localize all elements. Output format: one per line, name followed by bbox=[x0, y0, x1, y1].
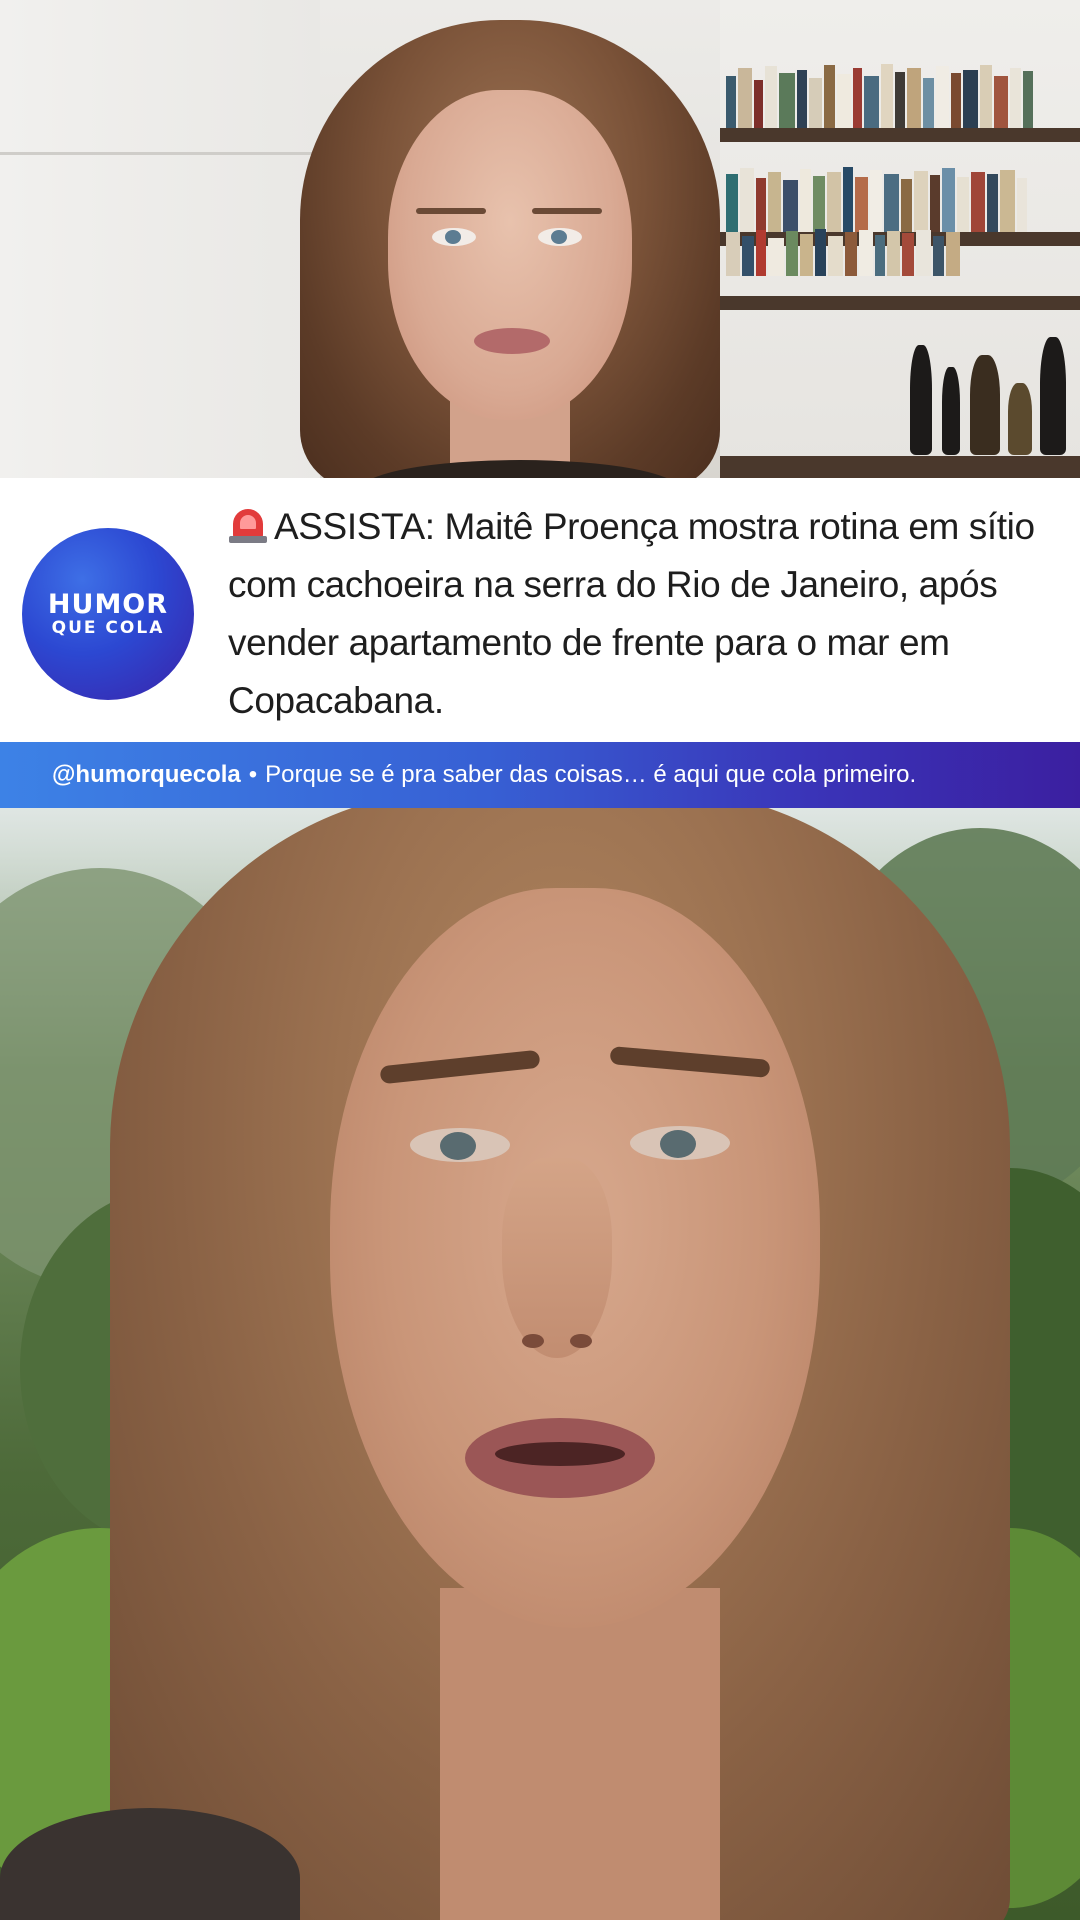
sculptures bbox=[900, 330, 1080, 455]
eye bbox=[410, 1128, 510, 1162]
siren-icon bbox=[228, 507, 268, 543]
shelf-plank bbox=[720, 128, 1080, 142]
eyebrow bbox=[532, 208, 602, 214]
banner-separator: • bbox=[248, 761, 258, 788]
eyebrow bbox=[416, 208, 486, 214]
wall-line bbox=[0, 152, 330, 155]
headline-card: HUMOR QUE COLA ASSISTA: Maitê Proença mo… bbox=[0, 478, 1080, 742]
eye bbox=[538, 228, 582, 246]
book-row bbox=[726, 226, 1076, 276]
headline-body: ASSISTA: Maitê Proença mostra rotina em … bbox=[228, 506, 1035, 721]
top-video-frame[interactable] bbox=[0, 0, 1080, 478]
nostril bbox=[570, 1334, 592, 1348]
neck bbox=[440, 1588, 720, 1920]
shelf-plank bbox=[720, 456, 1080, 478]
book-row bbox=[726, 162, 1076, 232]
face bbox=[388, 90, 632, 420]
logo-text-line1: HUMOR bbox=[47, 589, 169, 620]
nostril bbox=[522, 1334, 544, 1348]
presenter-top bbox=[300, 20, 720, 478]
mouth bbox=[474, 328, 550, 354]
bookshelf bbox=[720, 0, 1080, 478]
account-handle[interactable]: @humorquecola bbox=[52, 761, 241, 789]
nose bbox=[502, 1158, 612, 1358]
room-wall bbox=[0, 0, 320, 478]
mouth bbox=[465, 1418, 655, 1498]
headline-text: ASSISTA: Maitê Proença mostra rotina em … bbox=[228, 498, 1058, 730]
presenter-bottom bbox=[0, 808, 1010, 1920]
shelf-plank bbox=[720, 296, 1080, 310]
eye bbox=[630, 1126, 730, 1160]
eye bbox=[432, 228, 476, 246]
banner-tagline: Porque se é pra saber das coisas… é aqui… bbox=[265, 761, 917, 788]
tagline-banner: @humorquecola • Porque se é pra saber da… bbox=[0, 742, 1080, 808]
book-row bbox=[726, 58, 1076, 128]
bottom-video-frame[interactable] bbox=[0, 808, 1080, 1920]
logo-text-line2: QUE COLA bbox=[51, 618, 165, 638]
humor-que-cola-logo[interactable]: HUMOR QUE COLA bbox=[22, 528, 194, 700]
